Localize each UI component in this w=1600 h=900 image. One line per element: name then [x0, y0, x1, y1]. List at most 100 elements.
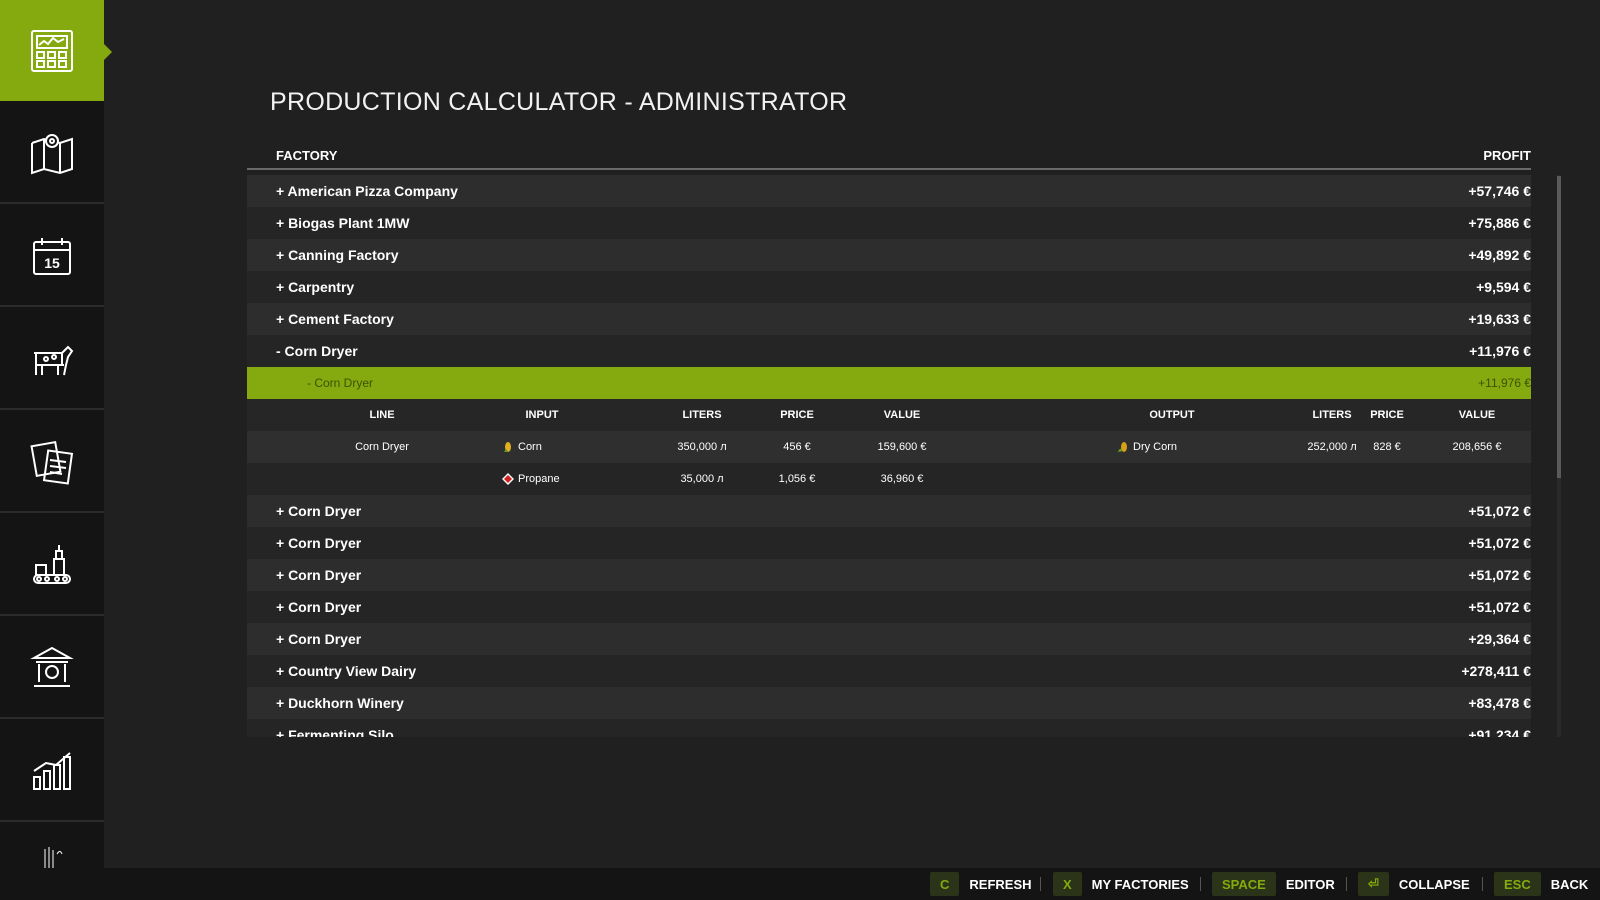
detail-input-value: 159,600 €	[877, 441, 927, 453]
factory-profit: +91,234 €	[1468, 727, 1531, 737]
factory-row[interactable]: + Biogas Plant 1MW +75,886 €	[247, 207, 1531, 239]
sidebar-item-calendar[interactable]: 15	[0, 206, 104, 307]
detail-input-price: 456 €	[783, 441, 811, 453]
my-factories-button[interactable]: X MY FACTORIES	[1053, 868, 1189, 900]
editor-button[interactable]: SPACE EDITOR	[1212, 868, 1335, 900]
production-line-profit: +11,976 €	[1478, 376, 1531, 390]
sidebar-item-calculator[interactable]	[0, 0, 112, 101]
back-key: ESC	[1494, 872, 1541, 896]
footer-divider	[1200, 877, 1201, 891]
production-line-name: - Corn Dryer	[307, 376, 374, 390]
dry-corn-icon	[1118, 442, 1127, 452]
factory-name: + Country View Dairy	[276, 663, 417, 679]
sidebar-item-contracts[interactable]	[0, 412, 104, 513]
back-label: BACK	[1550, 876, 1589, 892]
factory-row[interactable]: + Canning Factory +49,892 €	[247, 239, 1531, 271]
detail-header-input: INPUT	[525, 409, 559, 421]
sidebar-item-statistics[interactable]	[0, 721, 104, 822]
statistics-icon	[33, 751, 71, 790]
factory-name: - Corn Dryer	[276, 343, 358, 359]
detail-output-price: 828 €	[1373, 441, 1401, 453]
factory-name: + Corn Dryer	[276, 535, 362, 551]
factory-row[interactable]: + Fermenting Silo +91,234 €	[247, 719, 1531, 737]
factory-name: + Corn Dryer	[276, 631, 362, 647]
my-factories-label: MY FACTORIES	[1091, 876, 1189, 892]
detail-input-price: 1,056 €	[778, 473, 816, 485]
factory-profit: +278,411 €	[1461, 663, 1531, 679]
factory-name: + Corn Dryer	[276, 599, 362, 615]
factory-name: + American Pizza Company	[276, 183, 458, 199]
factory-row[interactable]: + Corn Dryer +51,072 €	[247, 591, 1531, 623]
collapse-button[interactable]: ⏎ COLLAPSE	[1358, 868, 1470, 900]
detail-input-name: Corn	[518, 441, 542, 453]
factory-name: + Cement Factory	[276, 311, 394, 327]
my-factories-key: X	[1053, 872, 1082, 896]
detail-header-output: OUTPUT	[1149, 409, 1195, 421]
factory-profit: +9,594 €	[1476, 279, 1531, 295]
propane-icon	[502, 473, 514, 485]
bank-icon	[30, 646, 74, 687]
sidebar-item-animals[interactable]	[0, 309, 104, 410]
detail-input-value: 36,960 €	[880, 473, 924, 485]
enter-key-icon: ⏎	[1358, 872, 1389, 896]
detail-input-liters: 35,000 л	[680, 473, 724, 485]
factory-row[interactable]: + Duckhorn Winery +83,478 €	[247, 687, 1531, 719]
scrollbar-thumb[interactable]	[1557, 176, 1561, 478]
factory-name: + Corn Dryer	[276, 503, 362, 519]
factory-name: + Biogas Plant 1MW	[276, 215, 410, 231]
contracts-icon	[30, 440, 74, 485]
factory-profit: +75,886 €	[1468, 215, 1531, 231]
factory-name: + Fermenting Silo	[276, 727, 394, 737]
sidebar-item-map[interactable]	[0, 103, 104, 204]
refresh-button[interactable]: C REFRESH	[930, 868, 1032, 900]
detail-input-cell: Corn	[502, 431, 612, 463]
table-header: FACTORY PROFIT	[247, 143, 1531, 170]
detail-line-name: Corn Dryer	[355, 441, 409, 453]
factory-row-expanded[interactable]: - Corn Dryer +11,976 €	[247, 335, 1531, 367]
editor-key: SPACE	[1212, 872, 1276, 896]
detail-input-liters: 350,000 л	[677, 441, 727, 453]
editor-label: EDITOR	[1285, 876, 1335, 892]
factory-row[interactable]: + Corn Dryer +51,072 €	[247, 527, 1531, 559]
refresh-key: C	[930, 872, 960, 896]
factory-profit: +51,072 €	[1468, 535, 1531, 551]
factory-profit: +51,072 €	[1468, 599, 1531, 615]
factory-row[interactable]: + Country View Dairy +278,411 €	[247, 655, 1531, 687]
factory-profit: +51,072 €	[1468, 503, 1531, 519]
calendar-day: 15	[44, 255, 60, 271]
detail-input-cell: Propane	[502, 463, 612, 495]
factory-profit: +49,892 €	[1468, 247, 1531, 263]
footer-bar: C REFRESH X MY FACTORIES SPACE EDITOR ⏎ …	[0, 868, 1600, 900]
factory-profit: +29,364 €	[1468, 631, 1531, 647]
detail-header-out-value: VALUE	[1458, 409, 1496, 421]
detail-header-price: PRICE	[780, 409, 814, 421]
refresh-label: REFRESH	[969, 876, 1032, 892]
factory-name: + Canning Factory	[276, 247, 399, 263]
sidebar-item-production[interactable]	[0, 515, 104, 616]
sidebar-item-bank[interactable]	[0, 618, 104, 719]
detail-output-cell: Dry Corn	[1117, 431, 1267, 463]
detail-row: Propane 35,000 л 1,056 € 36,960 €	[247, 463, 1531, 495]
sidebar-item-settings[interactable]	[0, 824, 104, 868]
detail-input-name: Propane	[518, 473, 560, 485]
factory-profit: +19,633 €	[1468, 311, 1531, 327]
factory-profit: +83,478 €	[1468, 695, 1531, 711]
calendar-icon: 15	[33, 237, 71, 275]
factory-name: + Duckhorn Winery	[276, 695, 404, 711]
factory-row[interactable]: + Cement Factory +19,633 €	[247, 303, 1531, 335]
production-line-row-selected[interactable]: - Corn Dryer +11,976 €	[247, 367, 1531, 399]
corn-icon	[504, 442, 511, 452]
detail-header-value: VALUE	[883, 409, 921, 421]
factory-row[interactable]: + Corn Dryer +51,072 €	[247, 559, 1531, 591]
factory-profit: +57,746 €	[1468, 183, 1531, 199]
footer-divider	[1482, 877, 1483, 891]
detail-header-row: LINE INPUT LITERS PRICE VALUE OUTPUT LIT…	[247, 399, 1531, 431]
factory-row[interactable]: + American Pizza Company +57,746 €	[247, 175, 1531, 207]
back-button[interactable]: ESC BACK	[1494, 868, 1588, 900]
factory-row[interactable]: + Corn Dryer +51,072 €	[247, 495, 1531, 527]
factory-row[interactable]: + Carpentry +9,594 €	[247, 271, 1531, 303]
detail-output-name: Dry Corn	[1133, 441, 1178, 453]
factory-row[interactable]: + Corn Dryer +29,364 €	[247, 623, 1531, 655]
column-header-profit: PROFIT	[1483, 148, 1531, 163]
collapse-label: COLLAPSE	[1398, 876, 1470, 892]
